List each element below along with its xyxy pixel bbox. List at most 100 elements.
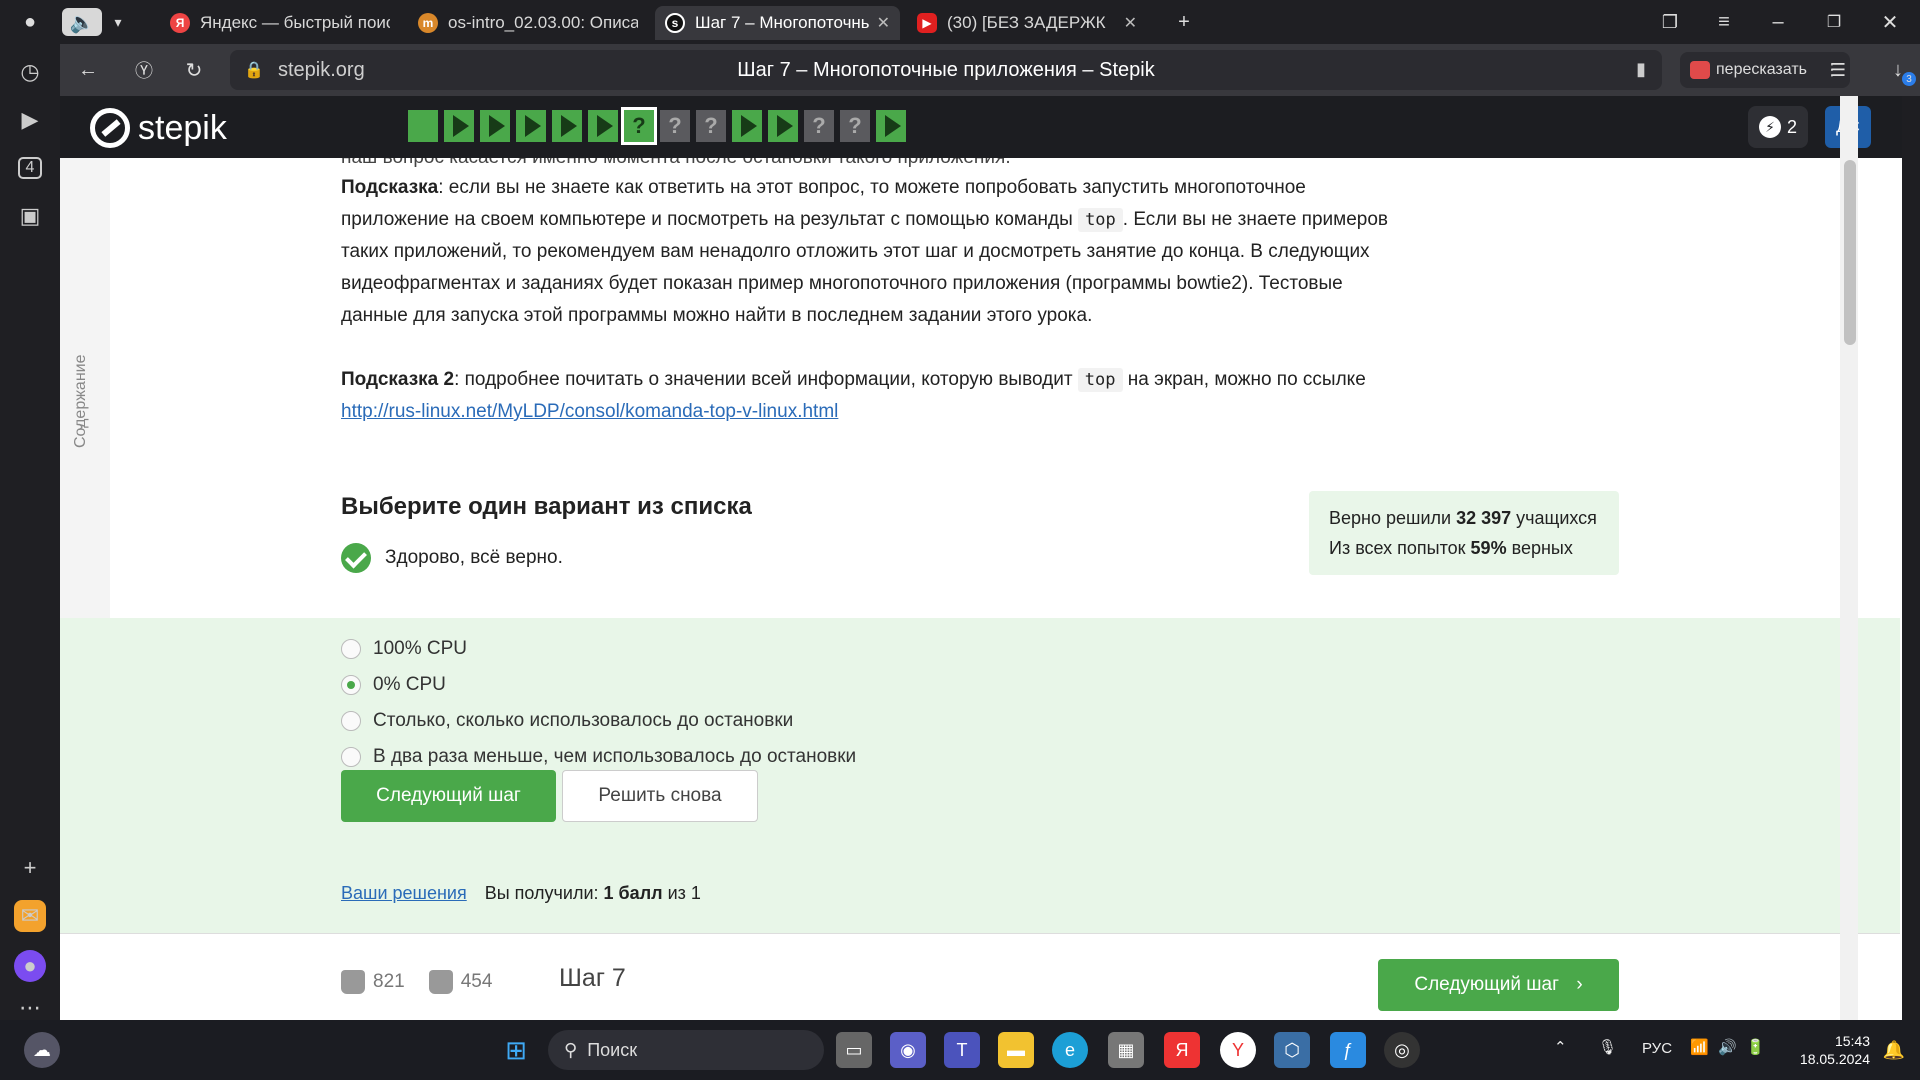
- step-quiz[interactable]: ?: [660, 110, 690, 142]
- collections-icon[interactable]: ❐: [1652, 8, 1688, 36]
- step-video[interactable]: [480, 110, 510, 142]
- solve-stats: Верно решили 32 397 учащихся Из всех поп…: [1309, 491, 1619, 575]
- your-solutions-link[interactable]: Ваши решения: [341, 883, 467, 904]
- document-favicon-icon: m: [418, 13, 438, 33]
- start-icon[interactable]: ⊞: [498, 1032, 534, 1068]
- next-step-bottom-button[interactable]: Следующий шаг ›: [1378, 959, 1619, 1011]
- radio-button[interactable]: [341, 675, 361, 695]
- table-of-contents-toggle[interactable]: › Содержание: [60, 158, 110, 618]
- volume-icon[interactable]: 🔊: [1718, 1038, 1737, 1056]
- radio-button[interactable]: [341, 711, 361, 731]
- minimize-icon[interactable]: –: [1760, 8, 1796, 36]
- close-tab-icon[interactable]: ✕: [1124, 13, 1137, 33]
- dislike-button[interactable]: 454: [428, 970, 492, 994]
- video-icon[interactable]: ▶: [12, 102, 48, 138]
- option-half[interactable]: В два раза меньше, чем использовалось до…: [341, 746, 856, 768]
- step-quiz[interactable]: ?: [696, 110, 726, 142]
- step-quiz[interactable]: ?: [840, 110, 870, 142]
- retry-button[interactable]: Решить снова: [562, 770, 758, 822]
- yandex-app-icon[interactable]: Я: [1164, 1032, 1200, 1068]
- chevron-right-icon: ›: [1576, 974, 1583, 995]
- task-view-icon[interactable]: ▭: [836, 1032, 872, 1068]
- step-quiz[interactable]: ?: [804, 110, 834, 142]
- stepik-favicon-icon: s: [665, 13, 685, 33]
- restore-icon[interactable]: ❐: [1816, 8, 1852, 36]
- step-video[interactable]: [516, 110, 546, 142]
- hint-2-text-b: на экран, можно по ссылке: [1122, 369, 1366, 390]
- tab-label: os-intro_02.03.00: Описан: [448, 13, 638, 32]
- url-box[interactable]: 🔒 stepik.org Шаг 7 – Многопоточные прило…: [230, 50, 1662, 90]
- code-top: top: [1078, 208, 1123, 232]
- close-window-icon[interactable]: ✕: [1872, 8, 1908, 36]
- option-label: 100% CPU: [373, 638, 467, 659]
- step-quiz-current[interactable]: ?: [621, 107, 657, 145]
- tab-yandex[interactable]: Я Яндекс — быстрый поиск: [160, 6, 400, 40]
- radio-button[interactable]: [341, 639, 361, 659]
- thumbs-up-icon: [341, 970, 365, 994]
- option-0-cpu[interactable]: 0% CPU: [341, 674, 446, 696]
- option-same-as-before[interactable]: Столько, сколько использовалось до остан…: [341, 710, 793, 732]
- step-video[interactable]: [444, 110, 474, 142]
- menu-icon[interactable]: ≡: [1706, 8, 1742, 36]
- time: 15:43: [1834, 1033, 1870, 1049]
- energy-counter[interactable]: ⚡ 2: [1748, 106, 1808, 148]
- stepik-logo[interactable]: stepik: [90, 108, 227, 148]
- side-badge-number: 4: [17, 157, 43, 179]
- mail-icon[interactable]: ✉: [14, 900, 46, 932]
- energy-value: 2: [1786, 116, 1797, 137]
- notifications-icon[interactable]: 🔔: [1876, 1032, 1912, 1068]
- language-indicator[interactable]: РУС: [1642, 1040, 1672, 1057]
- wifi-icon[interactable]: 📶: [1690, 1038, 1709, 1056]
- stepik-header: stepik ????? ⚡ 2 ДС: [60, 96, 1902, 158]
- scrollbar-thumb[interactable]: [1844, 160, 1856, 345]
- history-icon[interactable]: ◷: [12, 54, 48, 90]
- tab-os-intro[interactable]: m os-intro_02.03.00: Описан: [408, 6, 648, 40]
- taskbar-search[interactable]: ⚲ Поиск: [548, 1030, 824, 1070]
- clock[interactable]: 15:43 18.05.2024: [1790, 1032, 1870, 1068]
- top-docs-link[interactable]: http://rus-linux.net/MyLDP/consol/komand…: [341, 401, 838, 422]
- hint-2-text-a: : подробнее почитать о значении всей инф…: [454, 369, 1078, 390]
- speaker-icon[interactable]: 🔈: [62, 8, 102, 36]
- obs-icon[interactable]: ◎: [1384, 1032, 1420, 1068]
- chevron-up-icon[interactable]: ⌃: [1554, 1038, 1567, 1056]
- radio-button[interactable]: [341, 747, 361, 767]
- step-video[interactable]: [768, 110, 798, 142]
- step-video[interactable]: [876, 110, 906, 142]
- microphone-icon[interactable]: 🎙: [1598, 1038, 1617, 1056]
- taskbar: ☁ ⊞ ⚲ Поиск ▭ ◉ T ▬ e ▦ Я Y ⬡ ƒ ◎ ⌃ 🎙 РУ…: [0, 1020, 1920, 1080]
- score-text: Вы получили: 1 балл из 1: [484, 883, 701, 903]
- number-badge-icon[interactable]: 4: [12, 150, 48, 186]
- yandex-icon[interactable]: Ⓨ: [126, 54, 162, 86]
- reader-icon[interactable]: ☰: [1820, 54, 1856, 86]
- next-step-button[interactable]: Следующий шаг: [341, 770, 556, 822]
- calculator-icon[interactable]: ƒ: [1330, 1032, 1366, 1068]
- teams-icon[interactable]: T: [944, 1032, 980, 1068]
- new-tab-icon[interactable]: +: [1168, 8, 1200, 36]
- alice-icon[interactable]: ●: [14, 950, 46, 982]
- screenshot-icon[interactable]: ▣: [12, 198, 48, 234]
- weather-icon[interactable]: ☁: [24, 1032, 60, 1068]
- edge-icon[interactable]: e: [1052, 1032, 1088, 1068]
- step-theory[interactable]: [408, 110, 438, 142]
- option-100-cpu[interactable]: 100% CPU: [341, 638, 467, 660]
- bookmark-icon[interactable]: ▮: [1636, 59, 1646, 80]
- back-icon[interactable]: ←: [70, 54, 106, 86]
- virtualbox-icon[interactable]: ⬡: [1274, 1032, 1310, 1068]
- add-panel-icon[interactable]: +: [12, 850, 48, 886]
- step-video[interactable]: [588, 110, 618, 142]
- reload-icon[interactable]: ↻: [176, 54, 212, 86]
- store-icon[interactable]: ▦: [1108, 1032, 1144, 1068]
- downloads-icon[interactable]: ↓ 3: [1880, 54, 1916, 86]
- tab-youtube[interactable]: ▶ (30) [БЕЗ ЗАДЕРЖК ✕: [907, 6, 1147, 40]
- step-video[interactable]: [732, 110, 762, 142]
- profile-icon[interactable]: ●: [12, 8, 48, 36]
- close-tab-icon[interactable]: ✕: [877, 13, 890, 33]
- step-video[interactable]: [552, 110, 582, 142]
- tab-stepik[interactable]: s Шаг 7 – Многопоточны ✕: [655, 6, 900, 40]
- tabs-dropdown-icon[interactable]: ▾: [106, 8, 130, 36]
- battery-icon[interactable]: 🔋: [1746, 1038, 1765, 1056]
- like-button[interactable]: 821: [341, 970, 405, 994]
- yandex-browser-icon[interactable]: Y: [1220, 1032, 1256, 1068]
- file-explorer-icon[interactable]: ▬: [998, 1032, 1034, 1068]
- meet-icon[interactable]: ◉: [890, 1032, 926, 1068]
